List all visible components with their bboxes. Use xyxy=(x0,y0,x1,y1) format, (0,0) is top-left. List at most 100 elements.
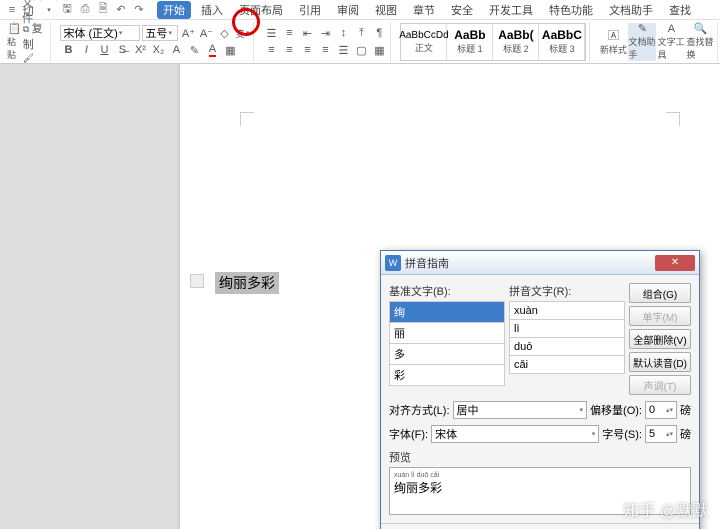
size-unit: 磅 xyxy=(680,426,691,442)
close-icon[interactable]: ✕ xyxy=(655,255,695,271)
distribute-icon[interactable]: ☰ xyxy=(335,42,351,58)
text-tools-button[interactable]: A文字工具 xyxy=(657,23,685,61)
dialog-title: 拼音指南 xyxy=(405,255,655,271)
underline-icon[interactable]: U xyxy=(96,42,112,58)
tone-button: 声调(T) xyxy=(629,375,691,395)
size-stepper[interactable]: 5▴▾ xyxy=(645,425,677,443)
size-label: 字号(S): xyxy=(602,426,642,442)
numbering-icon[interactable]: ≡ xyxy=(281,25,297,41)
tab-section[interactable]: 章节 xyxy=(407,1,441,19)
preview-icon[interactable]: 🗎 xyxy=(95,2,111,18)
combine-button[interactable]: 组合(G) xyxy=(629,283,691,303)
watermark: 知乎 @默默 xyxy=(623,497,708,521)
align-center-icon[interactable]: ≡ xyxy=(281,42,297,58)
text-effect-icon[interactable]: A xyxy=(168,42,184,58)
align-label: 对齐方式(L): xyxy=(389,402,450,418)
app-icon: W xyxy=(385,255,401,271)
tab-find[interactable]: 查找 xyxy=(663,1,697,19)
bold-icon[interactable]: B xyxy=(60,42,76,58)
tab-assistant[interactable]: 文档助手 xyxy=(603,1,659,19)
undo-icon[interactable]: ↶ xyxy=(113,2,129,18)
style-h2[interactable]: AaBb(标题 2 xyxy=(493,24,539,60)
ribbon: 📋粘贴 ✂ 剪切 ⧉ 复制 🖌 格式刷 宋体 (正文)▾ 五号▾ A⁺ A⁻ ◇… xyxy=(0,20,720,64)
document-area: 绚丽多彩 W 拼音指南 ✕ 基准文字(B): 绚 丽 多 彩 拼音文字(R): … xyxy=(0,64,720,529)
preview-label: 预览 xyxy=(389,449,691,465)
borders-icon[interactable]: ▦ xyxy=(371,42,387,58)
paragraph-mark-icon xyxy=(190,274,204,288)
linespace-icon[interactable]: ↕ xyxy=(335,25,351,41)
tab-view[interactable]: 视图 xyxy=(369,1,403,19)
cut-button[interactable]: ✂ 剪切 xyxy=(23,0,48,19)
table-cell[interactable]: 多 xyxy=(390,344,505,365)
save-icon[interactable]: 🖫 xyxy=(59,2,75,18)
table-cell[interactable]: lì xyxy=(510,320,625,338)
style-h1[interactable]: AaBb标题 1 xyxy=(447,24,493,60)
table-cell[interactable]: 丽 xyxy=(390,323,505,344)
style-normal[interactable]: AaBbCcDd正文 xyxy=(401,24,447,60)
tab-layout[interactable]: 页面布局 xyxy=(233,1,289,19)
phonetic-guide-dialog: W 拼音指南 ✕ 基准文字(B): 绚 丽 多 彩 拼音文字(R): xuàn … xyxy=(380,250,700,529)
font-color-icon[interactable]: A xyxy=(204,42,220,58)
selected-text[interactable]: 绚丽多彩 xyxy=(215,272,279,294)
font-name-select[interactable]: 宋体 (正文)▾ xyxy=(60,25,140,41)
superscript-icon[interactable]: X² xyxy=(132,42,148,58)
tab-ref[interactable]: 引用 xyxy=(293,1,327,19)
align-select[interactable]: 居中▾ xyxy=(453,401,588,419)
align-right-icon[interactable]: ≡ xyxy=(299,42,315,58)
doc-assistant-button[interactable]: ✎文档助手 xyxy=(628,23,656,61)
dialog-titlebar[interactable]: W 拼音指南 ✕ xyxy=(381,251,699,275)
indent-icon[interactable]: ⇥ xyxy=(317,25,333,41)
menu-icon[interactable]: ≡ xyxy=(4,2,20,18)
justify-icon[interactable]: ≡ xyxy=(317,42,333,58)
find-replace-button[interactable]: 🔍查找替换 xyxy=(686,23,714,61)
font-size-select[interactable]: 五号▾ xyxy=(142,25,178,41)
table-cell[interactable]: 彩 xyxy=(390,365,505,386)
table-cell[interactable]: xuàn xyxy=(510,302,625,320)
font-select[interactable]: 宋体▾ xyxy=(431,425,599,443)
paste-button[interactable]: 📋粘贴 xyxy=(7,23,22,61)
tab-dev[interactable]: 开发工具 xyxy=(483,1,539,19)
tab-insert[interactable]: 插入 xyxy=(195,1,229,19)
tab-home[interactable]: 开始 xyxy=(157,1,191,19)
clear-all-button[interactable]: 全部删除(V) xyxy=(629,329,691,349)
shrink-font-icon[interactable]: A⁻ xyxy=(198,25,214,41)
align-left-icon[interactable]: ≡ xyxy=(263,42,279,58)
outdent-icon[interactable]: ⇤ xyxy=(299,25,315,41)
tab-review[interactable]: 审阅 xyxy=(331,1,365,19)
sort-icon[interactable]: ⤒ xyxy=(353,25,369,41)
copy-button[interactable]: ⧉ 复制 xyxy=(23,20,48,52)
clipboard-group: 📋粘贴 ✂ 剪切 ⧉ 复制 🖌 格式刷 xyxy=(4,22,51,62)
tab-special[interactable]: 特色功能 xyxy=(543,1,599,19)
offset-stepper[interactable]: 0▴▾ xyxy=(645,401,677,419)
base-text-table[interactable]: 绚 丽 多 彩 xyxy=(389,301,505,386)
redo-icon[interactable]: ↷ xyxy=(131,2,147,18)
table-cell[interactable]: duō xyxy=(510,338,625,356)
offset-label: 偏移量(O): xyxy=(590,402,642,418)
font-group: 宋体 (正文)▾ 五号▾ A⁺ A⁻ ◇ 变▾ B I U S̶ X² X₂ A… xyxy=(57,22,254,62)
subscript-icon[interactable]: X₂ xyxy=(150,42,166,58)
clear-format-icon[interactable]: ◇ xyxy=(216,25,232,41)
style-gallery[interactable]: AaBbCcDd正文 AaBb标题 1 AaBb(标题 2 AaBbC标题 3 xyxy=(400,23,586,61)
highlight-icon[interactable]: ✎ xyxy=(186,42,202,58)
ruby-text-table[interactable]: xuàn lì duō cǎi xyxy=(509,301,625,374)
styles-group: AaBbCcDd正文 AaBb标题 1 AaBb(标题 2 AaBbC标题 3 xyxy=(397,22,590,62)
tab-security[interactable]: 安全 xyxy=(445,1,479,19)
font-label: 字体(F): xyxy=(389,426,428,442)
bullets-icon[interactable]: ☰ xyxy=(263,25,279,41)
paragraph-group: ☰ ≡ ⇤ ⇥ ↕ ⤒ ¶ ≡ ≡ ≡ ≡ ☰ ▢ ▦ xyxy=(260,22,391,62)
table-cell[interactable]: 绚 xyxy=(390,302,505,323)
new-style-button[interactable]: 🄰新样式 xyxy=(599,23,627,61)
print-icon[interactable]: ⎙ xyxy=(77,2,93,18)
shading-icon[interactable]: ▢ xyxy=(353,42,369,58)
right-group: 🄰新样式 ✎文档助手 A文字工具 🔍查找替换 xyxy=(596,22,718,62)
style-h3[interactable]: AaBbC标题 3 xyxy=(539,24,585,60)
grow-font-icon[interactable]: A⁺ xyxy=(180,25,196,41)
ruby-text-label: 拼音文字(R): xyxy=(509,283,625,299)
showmarks-icon[interactable]: ¶ xyxy=(371,25,387,41)
phonetic-guide-icon[interactable]: 变▾ xyxy=(234,25,250,41)
char-shading-icon[interactable]: ▦ xyxy=(222,42,238,58)
table-cell[interactable]: cǎi xyxy=(510,356,625,374)
default-reading-button[interactable]: 默认读音(D) xyxy=(629,352,691,372)
italic-icon[interactable]: I xyxy=(78,42,94,58)
strike-icon[interactable]: S̶ xyxy=(114,42,130,58)
